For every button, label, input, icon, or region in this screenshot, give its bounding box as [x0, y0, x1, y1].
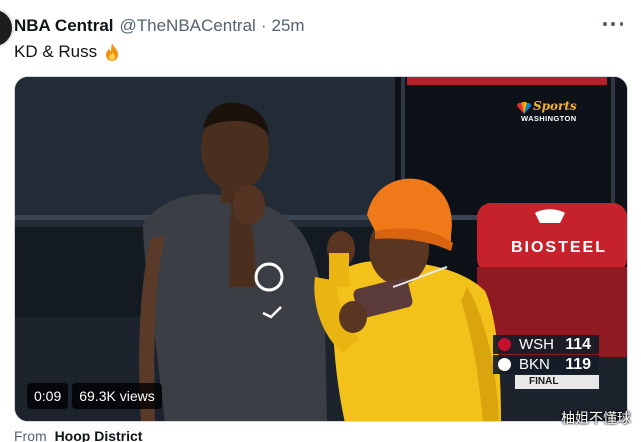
source-link[interactable]: Hoop District — [55, 428, 143, 442]
tweet-card: NBA Central @TheNBACentral · 25m KD & Ru… — [0, 0, 641, 442]
more-options-icon[interactable] — [603, 16, 623, 32]
score-row-wsh: WSH 114 — [493, 335, 599, 354]
tweet-header: NBA Central @TheNBACentral · 25m — [14, 16, 305, 38]
video-player[interactable]: Sports WASHINGTON BIOSTEEL WSH 114 BKN 1… — [14, 76, 628, 422]
team-score: 114 — [565, 335, 591, 353]
tweet-timestamp[interactable]: 25m — [271, 16, 304, 36]
scoreboard: WSH 114 BKN 119 FINAL — [493, 335, 599, 389]
video-stats: 0:09 69.3K views — [27, 383, 162, 409]
channel-bug: Sports WASHINGTON — [515, 99, 585, 127]
game-status: FINAL — [515, 375, 599, 389]
score-row-bkn: BKN 119 — [493, 355, 599, 374]
author-handle[interactable]: @TheNBACentral — [120, 16, 256, 36]
header-separator: · — [260, 16, 267, 35]
team-logo-icon — [493, 355, 515, 374]
video-duration: 0:09 — [27, 383, 69, 409]
tweet-text-content: KD & Russ — [14, 42, 98, 61]
fire-icon — [106, 43, 119, 61]
tweet-text: KD & Russ — [14, 42, 121, 62]
seat-branding: BIOSTEEL — [510, 239, 607, 256]
author-avatar[interactable] — [0, 8, 14, 48]
media-source: From Hoop District — [14, 428, 142, 442]
team-logo-icon — [493, 335, 515, 354]
peacock-logo-icon — [516, 101, 532, 114]
team-score: 119 — [565, 355, 591, 373]
channel-brand: Sports — [533, 99, 577, 113]
source-prefix: From — [14, 428, 47, 442]
video-views: 69.3K views — [72, 383, 162, 409]
team-abbr: BKN — [519, 356, 550, 373]
channel-city: WASHINGTON — [521, 114, 577, 123]
author-name[interactable]: NBA Central — [14, 16, 114, 36]
team-abbr: WSH — [519, 336, 554, 353]
watermark: 柚姐不懂球 — [561, 411, 631, 427]
